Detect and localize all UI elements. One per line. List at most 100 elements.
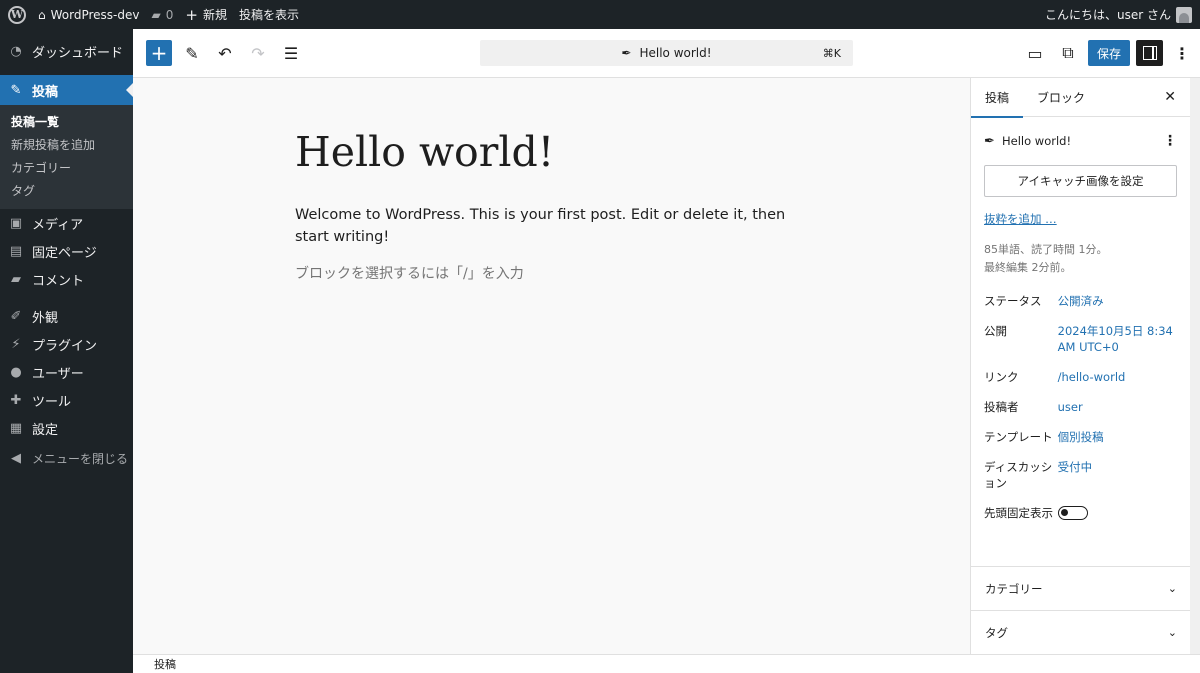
sidebar-item-label: 外観 <box>32 310 59 326</box>
sticky-toggle[interactable] <box>1058 506 1088 520</box>
undo-button[interactable]: ↶ <box>212 40 238 66</box>
sidebar-item-tools[interactable]: ✚ ツール <box>0 386 133 414</box>
pin-icon: ✎ <box>10 82 22 98</box>
sidebar-item-label: ダッシュボード <box>32 45 124 61</box>
settings-icon: ▦ <box>9 420 23 436</box>
settings-toggle-button[interactable] <box>1136 40 1163 66</box>
set-featured-image-button[interactable]: アイキャッチ画像を設定 <box>984 165 1177 197</box>
command-shortcut: ⌘K <box>822 46 841 60</box>
post-summary: ✒ Hello world! ⋮ アイキャッチ画像を設定 抜粋を追加 … 85単… <box>971 117 1190 521</box>
sidebar-item-appearance[interactable]: ✐ 外観 <box>0 302 133 330</box>
home-icon: ⌂ <box>38 7 46 22</box>
plugin-icon: ⚡ <box>11 336 21 352</box>
new-content-link[interactable]: + 新規 <box>179 0 233 29</box>
sidebar-item-plugins[interactable]: ⚡ プラグイン <box>0 330 133 358</box>
chevron-down-icon: ⌄ <box>1167 582 1177 595</box>
inspector-tabs: 投稿 ブロック ✕ <box>971 78 1190 118</box>
sidebar-item-label: ユーザー <box>32 366 84 382</box>
view-post-button[interactable]: ⧉ <box>1055 40 1081 66</box>
status-label: ステータス <box>984 294 1042 308</box>
close-icon: ✕ <box>1164 89 1176 105</box>
new-label: 新規 <box>202 8 227 22</box>
add-excerpt-link[interactable]: 抜粋を追加 … <box>984 211 1177 227</box>
template-label: テンプレート <box>984 430 1053 444</box>
redo-button[interactable]: ↷ <box>245 40 271 66</box>
sidebar-item-label: 設定 <box>32 422 59 438</box>
publish-value[interactable]: 2024年10月5日 8:34 AM UTC+0 <box>1058 323 1177 355</box>
sidebar-item-label: 投稿 <box>32 84 59 100</box>
view-post-link[interactable]: 投稿を表示 <box>233 0 305 29</box>
status-value[interactable]: 公開済み <box>1058 293 1177 309</box>
admin-sidebar: ◔ ダッシュボード ✎ 投稿 投稿一覧 新規投稿を追加 カテゴリー タグ ▣ メ… <box>0 29 133 673</box>
options-button[interactable]: ⋮ <box>1169 40 1195 66</box>
sidebar-scrollbar[interactable] <box>1190 78 1200 654</box>
sticky-row: 先頭固定表示 <box>984 505 1177 521</box>
close-sidebar-button[interactable]: ✕ <box>1164 89 1176 105</box>
sidebar-item-dashboard[interactable]: ◔ ダッシュボード <box>0 37 133 65</box>
list-view-icon: ☰ <box>283 43 299 63</box>
sidebar-item-users[interactable]: ● ユーザー <box>0 358 133 386</box>
comments-count: 0 <box>165 7 174 22</box>
account-menu[interactable]: こんにちは、user さん <box>1039 0 1200 29</box>
link-value[interactable]: /hello-world <box>1058 369 1177 385</box>
preview-button[interactable]: ▭ <box>1022 40 1048 66</box>
collapse-label: メニューを閉じる <box>32 451 129 466</box>
sidebar-item-pages[interactable]: ▤ 固定ページ <box>0 237 133 265</box>
admin-bar: W ⌂ WordPress-dev ▰ 0 + 新規 投稿を表示 こんにちは、u… <box>0 0 1200 29</box>
block-appender-placeholder[interactable]: ブロックを選択するには「/」を入力 <box>295 263 524 283</box>
comments-link[interactable]: ▰ 0 <box>145 0 179 29</box>
wordpress-icon: W <box>8 5 26 24</box>
sidebar-item-label: プラグイン <box>32 338 98 354</box>
sidebar-item-media[interactable]: ▣ メディア <box>0 209 133 237</box>
greeting: こんにちは、user さん <box>1045 8 1171 22</box>
word-count: 85単語、読了時間 1分。 <box>984 243 1108 256</box>
undo-icon: ↶ <box>218 43 232 63</box>
categories-panel[interactable]: カテゴリー ⌄ <box>971 566 1190 610</box>
redo-icon: ↷ <box>251 43 265 63</box>
command-palette-bar[interactable]: ✒ Hello world! ⌘K <box>480 40 853 66</box>
status-row: ステータス 公開済み <box>984 293 1177 309</box>
block-inserter-button[interactable]: + <box>146 40 172 66</box>
link-label: リンク <box>984 370 1019 384</box>
tab-block[interactable]: ブロック <box>1023 78 1099 117</box>
discussion-label: ディスカッション <box>984 460 1053 490</box>
view-post-label: 投稿を表示 <box>238 8 299 22</box>
wordpress-menu[interactable]: W <box>0 0 32 29</box>
tools-button[interactable]: ✎ <box>179 40 205 66</box>
breadcrumb-item[interactable]: 投稿 <box>154 656 176 672</box>
list-view-button[interactable]: ☰ <box>278 40 304 66</box>
command-title: Hello world! <box>639 46 712 60</box>
author-row: 投稿者 user <box>984 399 1177 415</box>
collapse-menu-button[interactable]: ◀ メニューを閉じる <box>0 444 133 472</box>
plus-icon: + <box>185 5 198 24</box>
more-vertical-icon: ⋮ <box>1163 133 1177 149</box>
author-label: 投稿者 <box>984 400 1019 414</box>
template-row: テンプレート 個別投稿 <box>984 429 1177 445</box>
sidebar-item-label: 固定ページ <box>32 245 97 261</box>
post-card-title: Hello world! <box>1002 134 1072 148</box>
sidebar-item-posts[interactable]: ✎ 投稿 <box>0 75 133 105</box>
post-actions-button[interactable]: ⋮ <box>1163 133 1177 149</box>
site-name-link[interactable]: ⌂ WordPress-dev <box>32 0 145 29</box>
appearance-icon: ✐ <box>10 308 22 324</box>
tab-post[interactable]: 投稿 <box>971 78 1024 118</box>
last-edited: 最終編集 2分前。 <box>984 261 1072 274</box>
block-breadcrumb: 投稿 <box>133 654 1200 673</box>
sidebar-item-settings[interactable]: ▦ 設定 <box>0 414 133 442</box>
submenu-add-new[interactable]: 新規投稿を追加 <box>0 134 133 157</box>
more-vertical-icon: ⋮ <box>1174 43 1190 63</box>
submenu-all-posts[interactable]: 投稿一覧 <box>0 111 133 134</box>
sidebar-item-comments[interactable]: ▰ コメント <box>0 265 133 293</box>
tags-panel[interactable]: タグ ⌄ <box>971 610 1190 654</box>
post-title[interactable]: Hello world! <box>295 128 554 176</box>
save-button[interactable]: 保存 <box>1088 40 1130 66</box>
desktop-preview-icon: ▭ <box>1027 43 1043 63</box>
editor-canvas: Hello world! Welcome to WordPress. This … <box>133 78 970 654</box>
discussion-value[interactable]: 受付中 <box>1058 459 1177 491</box>
submenu-categories[interactable]: カテゴリー <box>0 157 133 180</box>
paragraph-block[interactable]: Welcome to WordPress. This is your first… <box>295 204 795 248</box>
submenu-tags[interactable]: タグ <box>0 180 133 203</box>
author-value[interactable]: user <box>1058 399 1177 415</box>
template-value[interactable]: 個別投稿 <box>1058 429 1177 445</box>
comment-icon: ▰ <box>151 7 161 22</box>
